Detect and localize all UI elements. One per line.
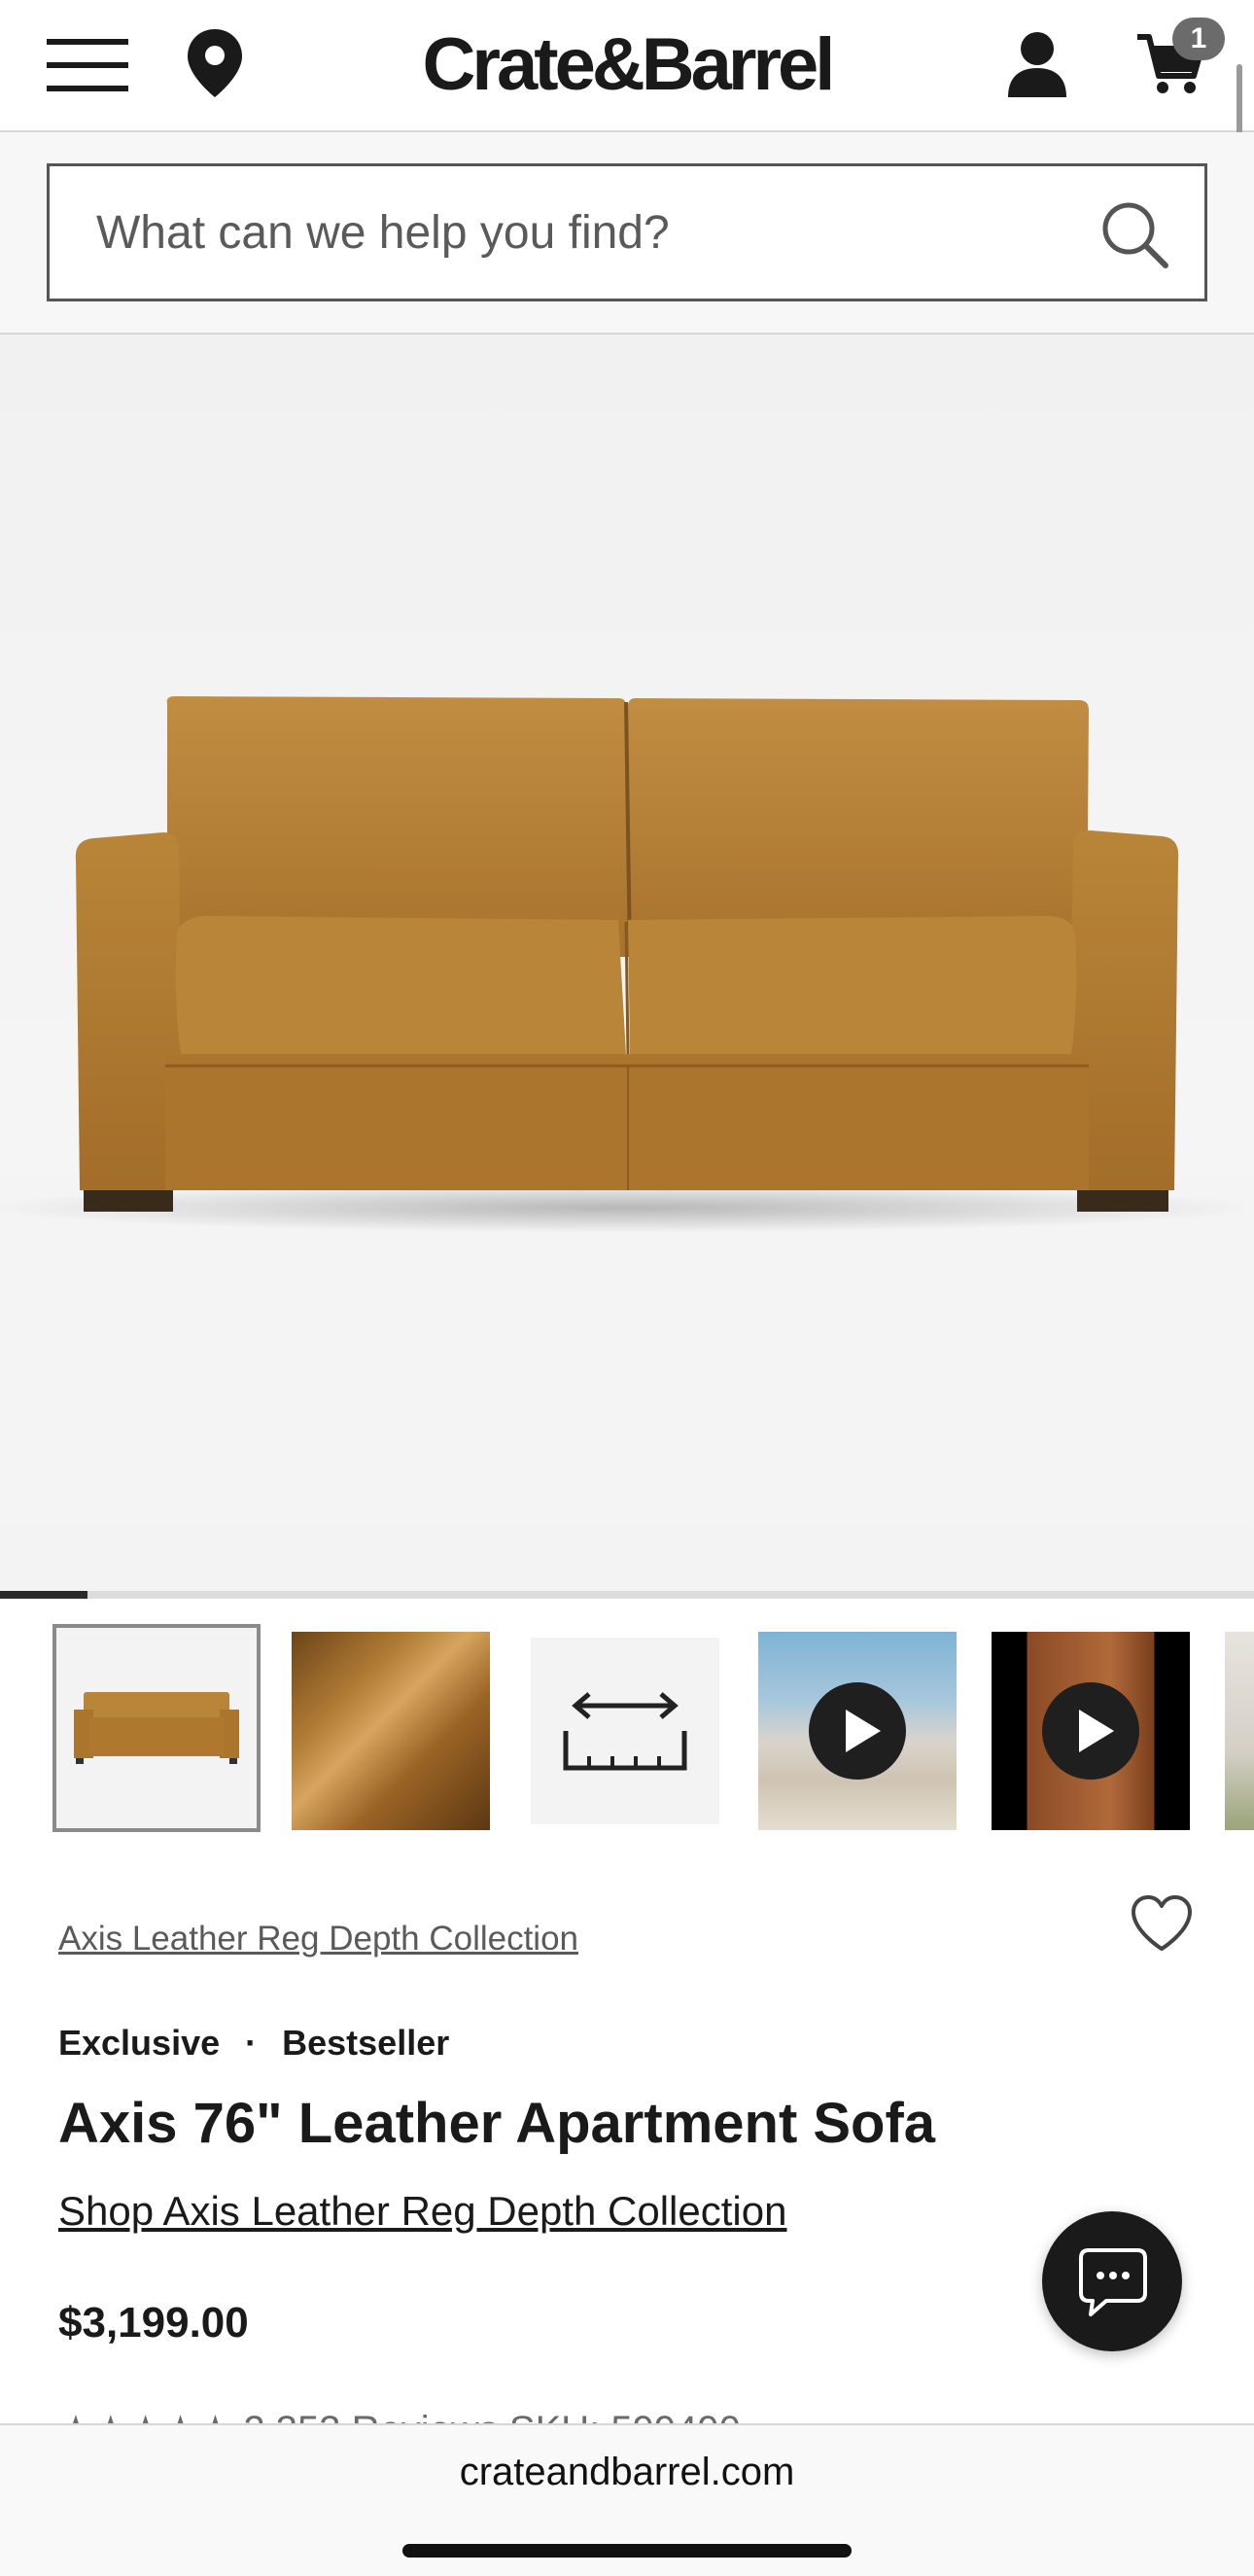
account-icon[interactable] [1003,29,1071,99]
badge-separator: · [245,2023,258,2063]
search-input[interactable] [96,166,1068,299]
browser-address-bar: crateandbarrel.com [0,2423,1254,2576]
play-icon [809,1682,906,1780]
play-icon [1042,1682,1139,1780]
thumbnail-sofa-front[interactable] [52,1624,261,1832]
thumbnail-leather-swatch[interactable] [292,1632,490,1830]
ruler-icon [563,1692,687,1771]
shop-collection-link[interactable]: Shop Axis Leather Reg Depth Collection [58,2188,786,2235]
collection-breadcrumb-link[interactable]: Axis Leather Reg Depth Collection [58,1920,578,1958]
search-bar [0,132,1254,335]
thumbnail-room-scene[interactable] [1225,1632,1254,1830]
chat-button[interactable] [1042,2211,1182,2351]
sofa-image [0,696,1254,1233]
thumbnail-leather-video[interactable] [992,1632,1190,1830]
chat-bubble-icon [1079,2248,1147,2316]
thumbnail-store-video[interactable] [758,1632,957,1830]
product-hero-image[interactable] [0,335,1254,1591]
cart-count-badge: 1 [1172,18,1225,60]
gallery-progress-fill [0,1591,88,1599]
product-badges: Exclusive · Bestseller [58,2023,449,2064]
site-header: Crate&Barrel 1 [0,0,1254,132]
product-title: Axis 76" Leather Apartment Sofa [58,2092,936,2155]
bestseller-badge: Bestseller [282,2023,450,2063]
exclusive-badge: Exclusive [58,2023,221,2063]
thumbnail-strip [0,1624,1254,1838]
thumbnail-dimensions[interactable] [531,1638,719,1824]
search-field [47,163,1207,301]
search-icon[interactable] [1099,199,1169,269]
product-price: $3,199.00 [58,2299,249,2347]
favorite-heart-icon[interactable] [1130,1894,1194,1953]
gallery-progress [0,1591,1254,1599]
home-indicator[interactable] [402,2544,852,2558]
browser-domain[interactable]: crateandbarrel.com [0,2451,1254,2494]
